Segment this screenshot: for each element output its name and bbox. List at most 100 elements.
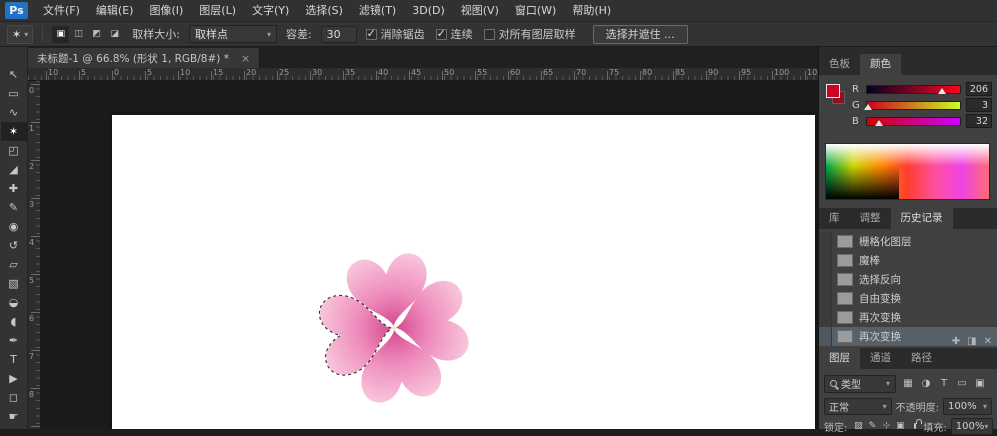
- menu-item[interactable]: 帮助(H): [564, 0, 619, 22]
- selection-mode-button[interactable]: ◪: [106, 26, 123, 43]
- spot-healing-tool[interactable]: ✚: [1, 179, 27, 198]
- rect-marquee-tool[interactable]: ▭: [1, 84, 27, 103]
- tool-list: ↖▭∿✶◰◢✚✎◉↺▱▧◒◖✒T▶◻☛⌕: [1, 65, 27, 429]
- history-item[interactable]: 自由变换: [819, 289, 997, 308]
- lasso-tool[interactable]: ∿: [1, 103, 27, 122]
- gradient-tool[interactable]: ▧: [1, 274, 27, 293]
- menu-item[interactable]: 3D(D): [404, 0, 453, 22]
- history-brush-tool[interactable]: ↺: [1, 236, 27, 255]
- tab-color[interactable]: 颜色: [860, 54, 901, 75]
- layer-filter-button[interactable]: ◑: [918, 376, 934, 392]
- history-footer-icon[interactable]: ✚: [952, 336, 960, 347]
- channel-value-input[interactable]: 206: [966, 82, 992, 96]
- tab-adjustments[interactable]: 调整: [850, 208, 891, 229]
- tools-panel: ↖▭∿✶◰◢✚✎◉↺▱▧◒◖✒T▶◻☛⌕: [0, 47, 28, 429]
- move-tool[interactable]: ↖: [1, 65, 27, 84]
- selection-mode-button[interactable]: ▣: [52, 26, 69, 43]
- layer-filter-button[interactable]: T: [936, 376, 952, 392]
- blend-mode-select[interactable]: 正常 ▾: [824, 398, 892, 415]
- tab-history[interactable]: 历史记录: [891, 208, 953, 229]
- history-item[interactable]: 魔棒: [819, 251, 997, 270]
- tab-paths[interactable]: 路径: [901, 348, 942, 369]
- history-item[interactable]: 选择反向: [819, 270, 997, 289]
- layer-filter-button[interactable]: ▭: [954, 376, 970, 392]
- history-footer-icon[interactable]: ◨: [967, 336, 976, 347]
- lock-option-button[interactable]: ⊹: [879, 419, 893, 434]
- history-brush-source-box[interactable]: [819, 270, 832, 289]
- option-checkbox[interactable]: 对所有图层取样: [484, 26, 576, 42]
- layer-filter-button[interactable]: ▦: [900, 376, 916, 392]
- menu-item[interactable]: 滤镜(T): [351, 0, 404, 22]
- close-tab-icon[interactable]: ×: [241, 52, 250, 65]
- vertical-ruler[interactable]: 012345678: [28, 81, 41, 429]
- tool-preset-dropdown[interactable]: ✶ ▾: [7, 25, 33, 44]
- menu-item[interactable]: 编辑(E): [88, 0, 142, 22]
- layer-filter-button[interactable]: ▣: [972, 376, 988, 392]
- menu-item[interactable]: 文字(Y): [244, 0, 297, 22]
- document-canvas[interactable]: [112, 115, 815, 429]
- tab-libraries[interactable]: 库: [819, 208, 850, 229]
- canvas-area[interactable]: [41, 81, 818, 429]
- channel-slider[interactable]: [866, 101, 961, 110]
- select-and-mask-button[interactable]: 选择并遮住 ...: [593, 25, 688, 44]
- option-checkbox[interactable]: 消除锯齿: [366, 26, 425, 42]
- lock-option-button[interactable]: ✎: [865, 419, 879, 434]
- channel-slider[interactable]: [866, 117, 961, 126]
- shape-tool[interactable]: ◻: [1, 388, 27, 407]
- tab-channels[interactable]: 通道: [860, 348, 901, 369]
- slider-marker[interactable]: [938, 88, 946, 94]
- path-select-tool[interactable]: ▶: [1, 369, 27, 388]
- history-brush-source-box[interactable]: [819, 327, 832, 346]
- blur-tool[interactable]: ◒: [1, 293, 27, 312]
- foreground-color-swatch[interactable]: [826, 84, 840, 98]
- slider-marker[interactable]: [875, 120, 883, 126]
- ruler-number: 7: [29, 352, 34, 361]
- lock-option-button[interactable]: ▨: [851, 419, 865, 434]
- channel-value-input[interactable]: 3: [966, 98, 992, 112]
- menu-item[interactable]: 图像(I): [141, 0, 191, 22]
- selection-mode-button[interactable]: ◩: [88, 26, 105, 43]
- option-checkbox[interactable]: 连续: [436, 26, 473, 42]
- history-brush-source-box[interactable]: [819, 251, 832, 270]
- slider-marker[interactable]: [864, 104, 872, 110]
- history-item[interactable]: 栅格化图层: [819, 232, 997, 251]
- tab-swatches[interactable]: 色板: [819, 54, 860, 75]
- clone-stamp-tool[interactable]: ◉: [1, 217, 27, 236]
- channel-slider[interactable]: [866, 85, 961, 94]
- history-brush-source-box[interactable]: [819, 232, 832, 251]
- brush-tool[interactable]: ✎: [1, 198, 27, 217]
- tab-layers[interactable]: 图层: [819, 348, 860, 369]
- selection-mode-button[interactable]: ◫: [70, 26, 87, 43]
- opacity-select[interactable]: 100% ▾: [943, 398, 992, 415]
- fill-select[interactable]: 100% ▾: [951, 418, 994, 435]
- lock-option-button[interactable]: ▣: [893, 419, 907, 434]
- dodge-tool[interactable]: ◖: [1, 312, 27, 331]
- magic-wand-tool[interactable]: ✶: [1, 122, 27, 141]
- color-spectrum[interactable]: [825, 143, 990, 200]
- crop-tool[interactable]: ◰: [1, 141, 27, 160]
- menu-item[interactable]: 窗口(W): [507, 0, 564, 22]
- menu-item[interactable]: 文件(F): [35, 0, 88, 22]
- menu-item[interactable]: 图层(L): [191, 0, 244, 22]
- layer-filter-type-dropdown[interactable]: 类型 ▾: [824, 375, 896, 393]
- channel-value-input[interactable]: 32: [966, 114, 992, 128]
- flower-artwork[interactable]: [319, 253, 469, 403]
- document-tab[interactable]: 未标题-1 @ 66.8% (形状 1, RGB/8#) * ×: [28, 48, 260, 69]
- type-tool[interactable]: T: [1, 350, 27, 369]
- color-channel-row: R206: [852, 81, 992, 97]
- menu-item[interactable]: 选择(S): [297, 0, 351, 22]
- history-footer-icon[interactable]: ✕: [984, 336, 992, 347]
- hand-tool[interactable]: ☛: [1, 407, 27, 426]
- history-brush-source-box[interactable]: [819, 289, 832, 308]
- history-item[interactable]: 再次变换: [819, 308, 997, 327]
- checkbox-label: 连续: [451, 26, 473, 42]
- menu-item[interactable]: 视图(V): [453, 0, 507, 22]
- pen-tool[interactable]: ✒: [1, 331, 27, 350]
- sample-size-dropdown[interactable]: 取样点 ▾: [189, 25, 277, 43]
- history-brush-source-box[interactable]: [819, 308, 832, 327]
- horizontal-ruler[interactable]: 1050510152025303540455055606570758085909…: [28, 68, 818, 81]
- lock-all-icon[interactable]: [914, 423, 916, 429]
- eyedropper-tool[interactable]: ◢: [1, 160, 27, 179]
- eraser-tool[interactable]: ▱: [1, 255, 27, 274]
- tolerance-input[interactable]: 30: [321, 26, 357, 43]
